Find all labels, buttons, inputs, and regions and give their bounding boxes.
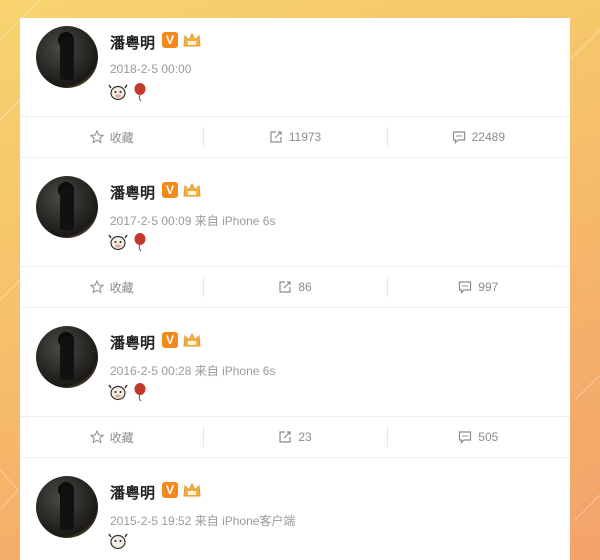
repost-count: 86 <box>298 280 312 294</box>
post-meta: 2017-2-5 00:09 来自 iPhone 6s <box>110 214 276 228</box>
post-meta: 2015-2-5 19:52 来自 iPhone客户端 <box>110 514 296 528</box>
repost-count: 11973 <box>288 130 322 144</box>
feed-post: 潘粤明 V 2018-2-5 00:00 收藏 11973 22489 <box>20 18 570 158</box>
verified-badge: V <box>162 482 178 498</box>
author-name[interactable]: 潘粤明 <box>110 482 155 503</box>
feed-post: 潘粤明 V 2015-2-5 19:52 来自 iPhone客户端 <box>20 468 570 560</box>
balloon-icon <box>134 383 146 402</box>
repost-count: 23 <box>298 430 312 444</box>
crown-icon <box>183 482 201 497</box>
post-action-bar: 收藏 23 505 <box>20 416 570 458</box>
favorite-label: 收藏 <box>109 430 134 445</box>
star-icon <box>89 430 104 444</box>
repost-button[interactable]: 86 <box>203 267 386 307</box>
repost-icon <box>279 431 291 443</box>
post-action-bar: 收藏 86 997 <box>20 266 570 308</box>
comment-count: 22489 <box>471 130 505 144</box>
cow-icon <box>108 234 128 251</box>
cow-icon <box>108 384 128 401</box>
repost-button[interactable]: 23 <box>203 417 386 457</box>
comment-icon <box>459 281 472 294</box>
verified-badge: V <box>162 182 178 198</box>
verified-badge: V <box>162 332 178 348</box>
avatar[interactable] <box>36 26 98 88</box>
avatar[interactable] <box>36 176 98 238</box>
post-meta: 2016-2-5 00:28 来自 iPhone 6s <box>110 364 276 378</box>
balloon-icon <box>134 233 146 252</box>
crown-icon <box>183 182 201 197</box>
feed-post: 潘粤明 V 2017-2-5 00:09 来自 iPhone 6s 收藏 86 … <box>20 168 570 308</box>
balloon-icon <box>134 83 146 102</box>
star-icon <box>89 280 104 294</box>
verified-badge: V <box>162 32 178 48</box>
favorite-button[interactable]: 收藏 <box>20 417 203 457</box>
favorite-label: 收藏 <box>109 130 134 145</box>
crown-icon <box>183 332 201 347</box>
comment-count: 997 <box>478 280 499 294</box>
comment-count: 505 <box>478 430 499 444</box>
author-name[interactable]: 潘粤明 <box>110 332 155 353</box>
post-action-bar: 收藏 11973 22489 <box>20 116 570 158</box>
avatar[interactable] <box>36 326 98 388</box>
avatar[interactable] <box>36 476 98 538</box>
comment-icon <box>452 131 465 144</box>
crown-icon <box>183 32 201 47</box>
author-name[interactable]: 潘粤明 <box>110 182 155 203</box>
favorite-button[interactable]: 收藏 <box>20 117 203 157</box>
repost-icon <box>270 131 282 143</box>
post-meta: 2018-2-5 00:00 <box>110 62 192 76</box>
comment-icon <box>459 431 472 444</box>
star-icon <box>89 130 104 144</box>
favorite-button[interactable]: 收藏 <box>20 267 203 307</box>
comment-button[interactable]: 505 <box>386 417 570 457</box>
repost-button[interactable]: 11973 <box>203 117 386 157</box>
weibo-feed-card: 潘粤明 V 2018-2-5 00:00 收藏 11973 22489 潘粤明 … <box>20 18 570 560</box>
repost-icon <box>279 281 291 293</box>
comment-button[interactable]: 22489 <box>386 117 570 157</box>
comment-button[interactable]: 997 <box>386 267 570 307</box>
feed-post: 潘粤明 V 2016-2-5 00:28 来自 iPhone 6s 收藏 23 … <box>20 318 570 458</box>
cow-icon <box>108 84 128 101</box>
cow-icon <box>108 533 128 550</box>
author-name[interactable]: 潘粤明 <box>110 32 155 53</box>
favorite-label: 收藏 <box>109 280 134 295</box>
